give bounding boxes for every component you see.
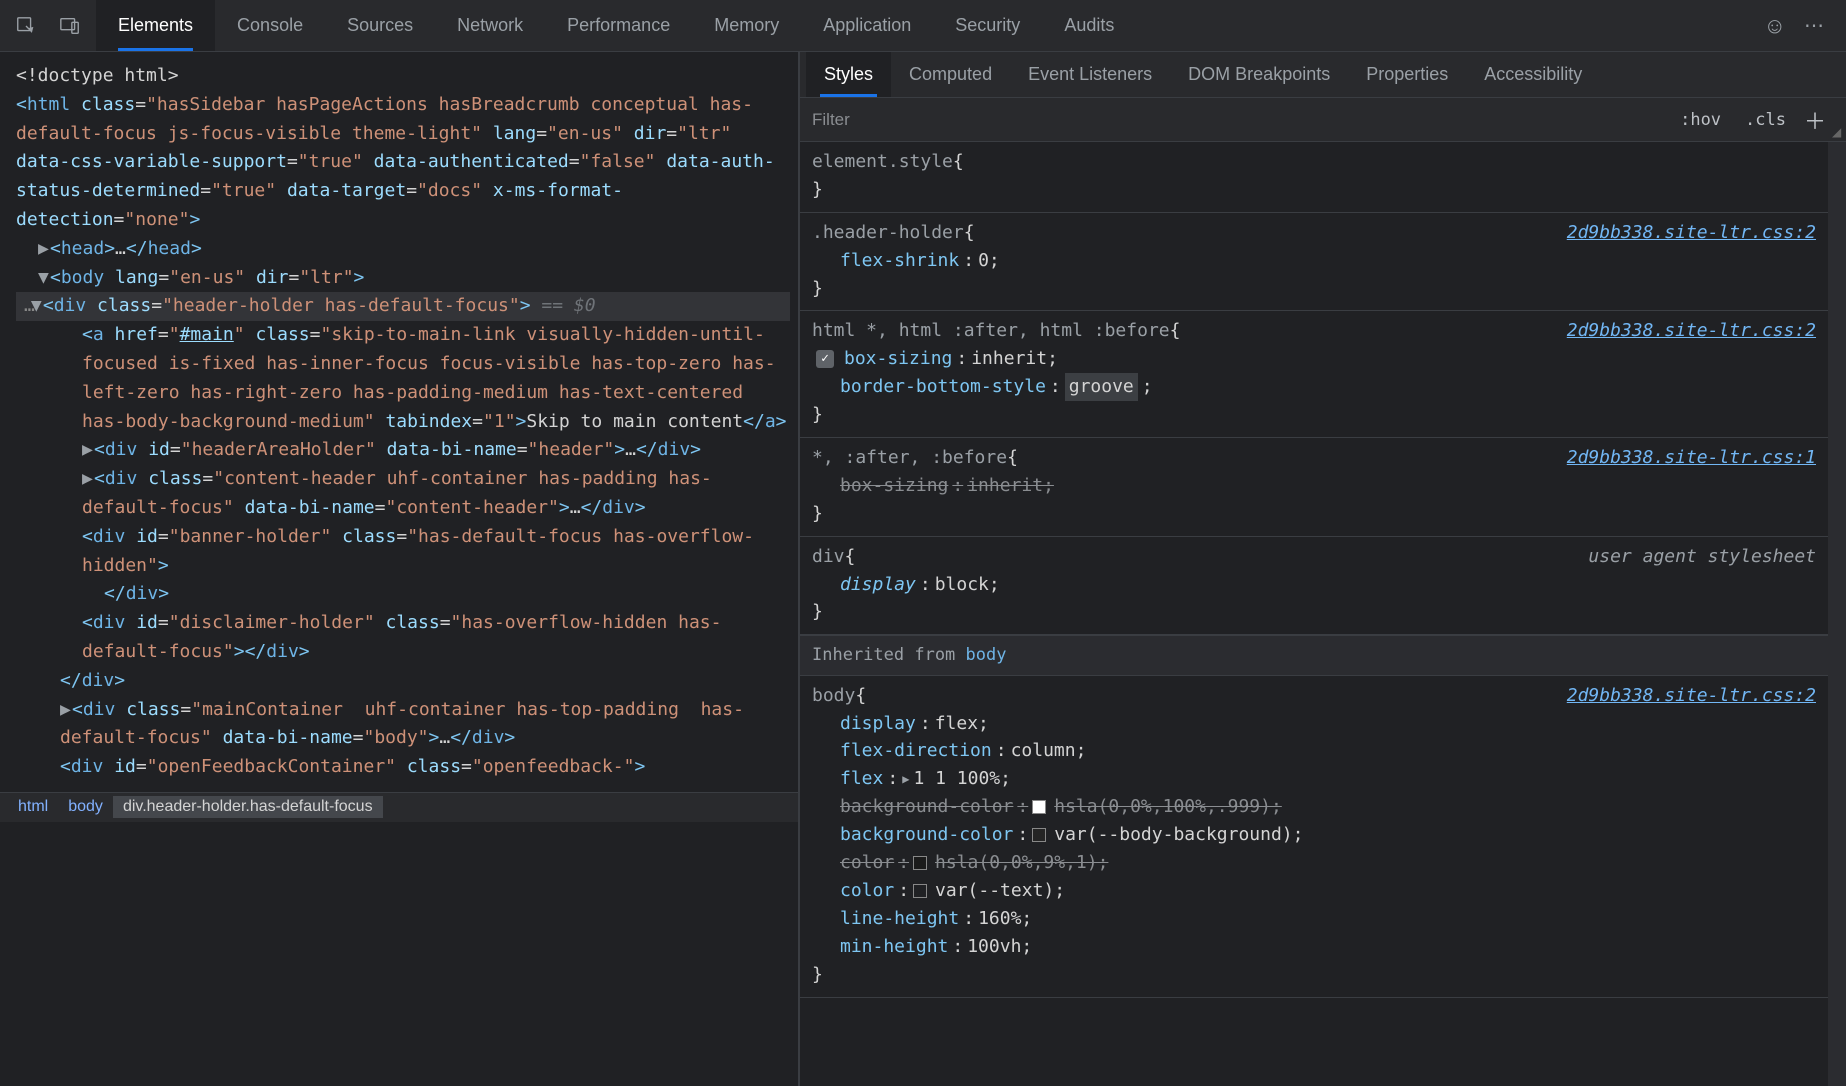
sub-tab-styles[interactable]: Styles [806,52,891,97]
styles-body: element.style {}.header-holder {2d9bb338… [800,142,1846,1086]
color-swatch[interactable] [913,884,927,898]
source-link[interactable]: 2d9bb338.site-ltr.css:2 [1567,682,1816,710]
topbar-right: ☺ ⋯ [1764,13,1846,39]
styles-panel: StylesComputedEvent ListenersDOM Breakpo… [800,52,1846,1086]
sub-tab-computed[interactable]: Computed [891,52,1010,97]
content-area: <!doctype html><html class="hasSidebar h… [0,52,1846,1086]
cls-toggle[interactable]: .cls [1733,110,1798,130]
source-link[interactable]: 2d9bb338.site-ltr.css:2 [1567,317,1816,345]
style-rule[interactable]: .header-holder {2d9bb338.site-ltr.css:2f… [800,213,1828,312]
color-swatch[interactable] [913,856,927,870]
style-rule[interactable]: element.style {} [800,142,1828,213]
styles-filter-row: :hov .cls ＋ ◢ [800,98,1846,142]
resize-corner-icon: ◢ [1832,125,1846,141]
dom-tree-wrap: <!doctype html><html class="hasSidebar h… [0,52,798,792]
inspect-element-icon[interactable] [8,8,44,44]
hov-toggle[interactable]: :hov [1668,110,1733,130]
elements-panel: <!doctype html><html class="hasSidebar h… [0,52,800,1086]
main-tab-performance[interactable]: Performance [545,0,692,51]
color-swatch[interactable] [1032,800,1046,814]
devtools-topbar: ElementsConsoleSourcesNetworkPerformance… [0,0,1846,52]
main-tab-sources[interactable]: Sources [325,0,435,51]
color-swatch[interactable] [1032,828,1046,842]
style-rules-list[interactable]: element.style {}.header-holder {2d9bb338… [800,142,1828,1086]
sub-tab-accessibility[interactable]: Accessibility [1466,52,1600,97]
sub-tab-dom-breakpoints[interactable]: DOM Breakpoints [1170,52,1348,97]
sub-tab-event-listeners[interactable]: Event Listeners [1010,52,1170,97]
source-link[interactable]: 2d9bb338.site-ltr.css:2 [1567,219,1816,247]
style-rule[interactable]: body {2d9bb338.site-ltr.css:2display: fl… [800,676,1828,998]
main-tab-security[interactable]: Security [933,0,1042,51]
breadcrumb-item[interactable]: body [58,796,113,818]
breadcrumb-bar: htmlbodydiv.header-holder.has-default-fo… [0,792,798,822]
main-tab-application[interactable]: Application [801,0,933,51]
source-link[interactable]: 2d9bb338.site-ltr.css:1 [1567,444,1816,472]
more-menu-icon[interactable]: ⋯ [1804,13,1826,38]
style-rule[interactable]: html *, html :after, html :before {2d9bb… [800,311,1828,438]
new-style-rule-button[interactable]: ＋ [1798,104,1832,136]
styles-sub-tabs: StylesComputedEvent ListenersDOM Breakpo… [800,52,1846,98]
main-tab-memory[interactable]: Memory [692,0,801,51]
sub-tab-properties[interactable]: Properties [1348,52,1466,97]
scrollbar[interactable] [1828,142,1846,1086]
style-rule[interactable]: *, :after, :before {2d9bb338.site-ltr.cs… [800,438,1828,537]
dom-tree[interactable]: <!doctype html><html class="hasSidebar h… [0,52,798,792]
styles-filter-input[interactable] [800,98,1668,141]
feedback-icon[interactable]: ☺ [1764,13,1786,39]
inherited-bar: Inherited from body [800,635,1828,675]
main-tab-console[interactable]: Console [215,0,325,51]
main-tabs: ElementsConsoleSourcesNetworkPerformance… [96,0,1136,51]
style-rule[interactable]: div {user agent stylesheetdisplay: block… [800,537,1828,636]
breadcrumb-item[interactable]: html [8,796,58,818]
device-toolbar-icon[interactable] [52,8,88,44]
main-tab-audits[interactable]: Audits [1042,0,1136,51]
property-checkbox[interactable]: ✓ [816,350,834,368]
breadcrumb-item[interactable]: div.header-holder.has-default-focus [113,796,383,818]
topbar-left [0,8,96,44]
main-tab-network[interactable]: Network [435,0,545,51]
main-tab-elements[interactable]: Elements [96,0,215,51]
